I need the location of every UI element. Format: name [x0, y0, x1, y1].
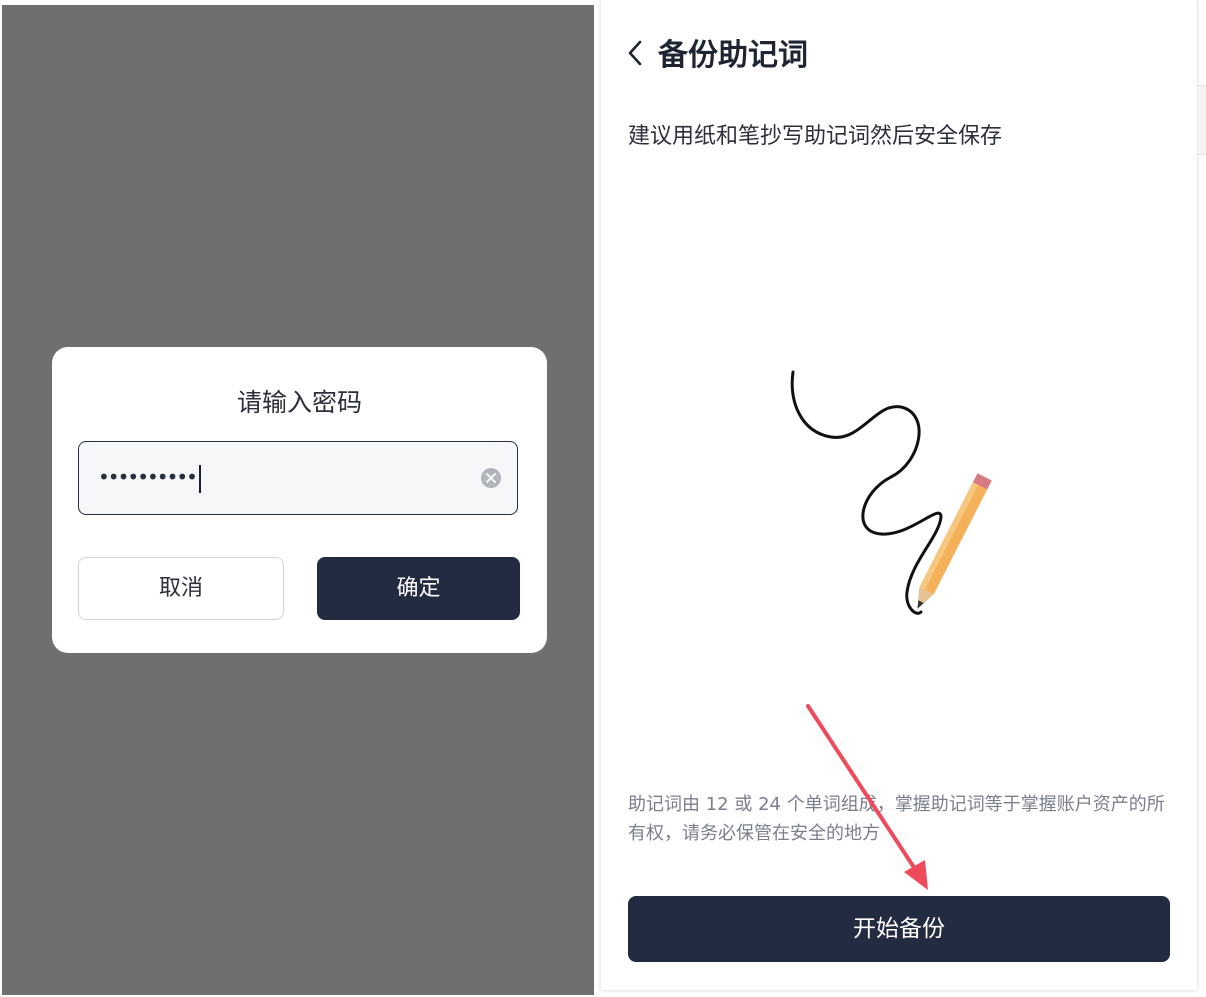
background-window-edge [1198, 85, 1206, 155]
page-subtitle: 建议用纸和笔抄写助记词然后安全保存 [628, 124, 1003, 149]
left-app-panel: 请输入密码 •••••••••• 取消 确定 [0, 0, 597, 997]
page-title: 备份助记词 [658, 38, 808, 73]
pencil-icon [917, 473, 992, 609]
chevron-left-icon[interactable] [625, 39, 645, 67]
text-caret [198, 464, 201, 493]
pencil-writing-illustration [790, 370, 992, 615]
clear-icon[interactable] [481, 468, 501, 488]
cancel-button[interactable]: 取消 [78, 557, 284, 620]
mnemonic-info-text: 助记词由 12 或 24 个单词组成，掌握助记词等于掌握账户资产的所有权，请务必… [628, 794, 1165, 844]
backup-mnemonic-page: 备份助记词 建议用纸和笔抄写助记词然后安全保存 助记词由 12 或 24 个单词… [601, 0, 1197, 990]
dialog-title: 请输入密码 [236, 388, 362, 417]
password-input[interactable]: •••••••••• [78, 441, 518, 515]
confirm-button[interactable]: 确定 [317, 557, 520, 620]
password-dialog: 请输入密码 •••••••••• 取消 确定 [52, 347, 547, 653]
start-backup-button[interactable]: 开始备份 [628, 896, 1170, 962]
password-value: •••••••••• [98, 465, 198, 489]
